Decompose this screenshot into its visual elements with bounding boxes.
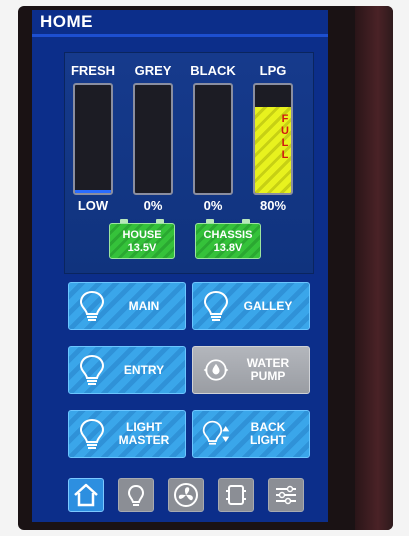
tank-grey-label: GREY — [134, 63, 172, 78]
generator-icon — [226, 485, 246, 505]
light-master-label-line1: LIGHT — [126, 420, 162, 434]
nav-lights-button[interactable] — [118, 478, 154, 512]
tank-black-gauge — [193, 83, 233, 195]
tank-monitor-panel: FRESH LOW GREY 0% BLACK 0% LPG FULL 80% … — [64, 52, 314, 274]
water-pump-button[interactable]: WATER PUMP — [192, 346, 310, 394]
lightbulb-icon — [79, 418, 105, 449]
tank-lpg: LPG FULL 80% — [253, 63, 293, 213]
back-light-label: BACK LIGHT — [231, 421, 309, 447]
settings-sliders-icon — [276, 485, 296, 505]
tank-black: BLACK 0% — [190, 63, 236, 213]
tank-lpg-gauge: FULL — [253, 83, 293, 195]
tank-fresh-fill — [75, 190, 111, 193]
battery-chassis-voltage: 13.8V — [213, 242, 243, 254]
tank-grey-gauge — [133, 83, 173, 195]
bezel-edge — [355, 6, 393, 530]
tank-lpg-label: LPG — [259, 63, 287, 78]
galley-light-label: GALLEY — [243, 298, 293, 313]
light-master-button[interactable]: LIGHT MASTER — [68, 410, 186, 458]
lightbulb-icon — [127, 484, 145, 506]
back-light-label-line2: LIGHT — [250, 433, 286, 447]
brightness-icon — [202, 420, 230, 445]
tank-grey: GREY 0% — [133, 63, 173, 213]
pump-icon — [203, 359, 229, 381]
battery-house-voltage: 13.5V — [127, 242, 157, 254]
nav-fan-button[interactable] — [168, 478, 204, 512]
page-title: HOME — [40, 12, 93, 31]
main-light-label: MAIN — [128, 298, 160, 313]
touch-screen: HOME FRESH LOW GREY 0% BLACK 0% LPG FULL… — [32, 10, 328, 522]
tank-fresh-gauge — [73, 83, 113, 195]
water-pump-label-line2: PUMP — [250, 369, 286, 383]
header-divider — [32, 34, 328, 37]
tank-lpg-full-text: FULL — [279, 113, 291, 161]
home-icon — [74, 483, 98, 507]
battery-house-label: HOUSE — [122, 229, 162, 241]
lightbulb-icon — [79, 290, 105, 321]
battery-chassis: CHASSIS 13.8V — [195, 219, 261, 259]
nav-home-button[interactable] — [68, 478, 104, 512]
battery-chassis-label: CHASSIS — [203, 229, 253, 241]
battery-house: HOUSE 13.5V — [109, 219, 175, 259]
entry-light-button[interactable]: ENTRY — [68, 346, 186, 394]
tank-grey-value: 0% — [143, 198, 163, 213]
lightbulb-icon — [79, 354, 105, 385]
main-light-button[interactable]: MAIN — [68, 282, 186, 330]
back-light-button[interactable]: BACK LIGHT — [192, 410, 310, 458]
water-pump-label: WATER PUMP — [231, 357, 309, 383]
galley-light-button[interactable]: GALLEY — [192, 282, 310, 330]
water-pump-label-line1: WATER — [246, 356, 290, 370]
tank-fresh-label: FRESH — [70, 63, 116, 78]
tank-black-value: 0% — [203, 198, 223, 213]
entry-light-label: ENTRY — [123, 362, 165, 377]
light-master-label: LIGHT MASTER — [107, 421, 185, 447]
light-master-label-line2: MASTER — [118, 433, 170, 447]
tank-black-label: BLACK — [190, 63, 236, 78]
nav-settings-button[interactable] — [268, 478, 304, 512]
tank-fresh-value: LOW — [77, 198, 109, 213]
lightbulb-icon — [203, 290, 229, 321]
fan-icon — [174, 483, 198, 507]
nav-generator-button[interactable] — [218, 478, 254, 512]
tank-lpg-value: 80% — [259, 198, 287, 213]
back-light-label-line1: BACK — [250, 420, 286, 434]
tank-fresh: FRESH LOW — [71, 63, 115, 213]
